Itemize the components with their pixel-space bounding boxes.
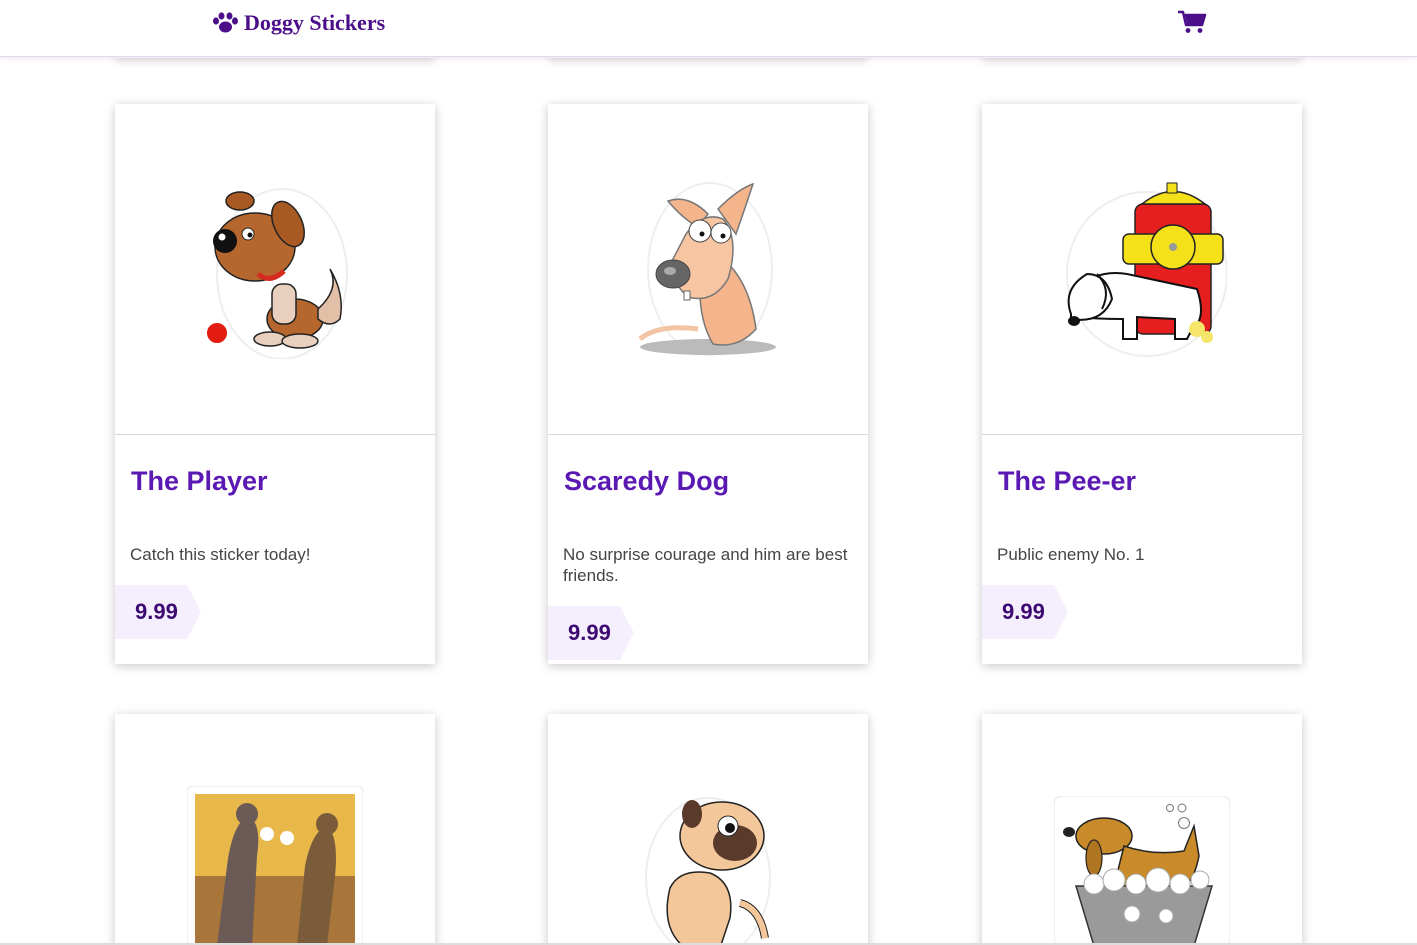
dog-with-ball-sticker [205, 188, 348, 359]
price-tag: 9.99 [548, 606, 634, 660]
product-title[interactable]: The Pee-er [998, 466, 1136, 497]
product-title[interactable]: Scaredy Dog [564, 466, 729, 497]
boxing-dogs-sticker [187, 786, 363, 945]
product-description: Catch this sticker today! [130, 545, 311, 564]
product-card[interactable] [982, 714, 1302, 945]
product-image[interactable] [982, 104, 1302, 435]
product-card[interactable]: Scaredy Dog No surprise courage and him … [548, 104, 868, 664]
product-card[interactable]: The Pee-er Public enemy No. 1 9.99 [982, 104, 1302, 664]
product-card[interactable]: The Player Catch this sticker today! 9.9… [115, 104, 435, 664]
dog-in-bath-sticker [1054, 796, 1230, 945]
scared-dog-sticker [638, 182, 776, 356]
product-title[interactable]: The Player [131, 466, 268, 497]
paw-icon [213, 12, 238, 33]
shopping-cart-icon[interactable] [1177, 10, 1207, 34]
product-description: Public enemy No. 1 [997, 545, 1145, 564]
product-image[interactable] [548, 104, 868, 435]
price-tag: 9.99 [115, 585, 201, 639]
product-card[interactable] [548, 714, 868, 945]
brand-link[interactable]: Doggy Stickers [212, 10, 385, 36]
product-card[interactable] [115, 714, 435, 945]
dog-at-hydrant-sticker [1066, 182, 1227, 357]
pug-sticker [645, 797, 771, 945]
brand-title: Doggy Stickers [244, 10, 386, 35]
product-image[interactable] [115, 104, 435, 435]
price-tag: 9.99 [982, 585, 1068, 639]
navbar: Doggy Stickers [0, 0, 1417, 57]
product-description: No surprise courage and him are best fri… [563, 545, 848, 585]
